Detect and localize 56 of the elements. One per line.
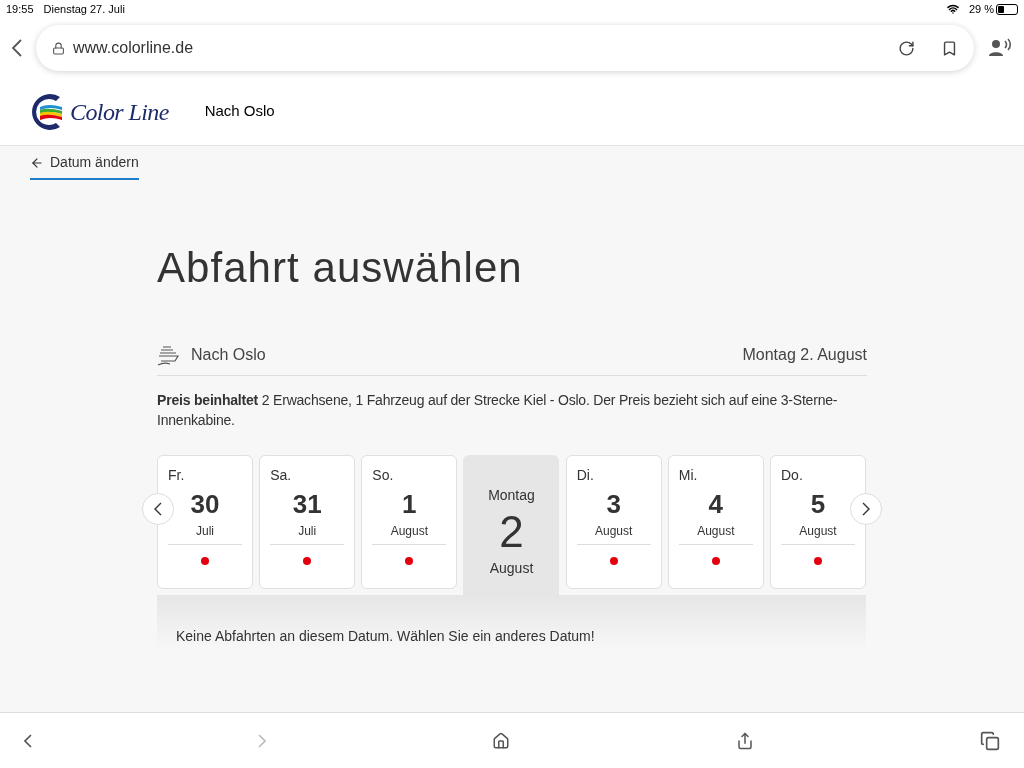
share-icon[interactable] [736, 731, 754, 750]
weekday-label: Di. [576, 466, 594, 485]
weekday-label: Sa. [270, 466, 292, 485]
weekday-label: Mi. [678, 466, 698, 485]
day-number: 31 [292, 488, 322, 520]
bookmark-icon[interactable] [941, 39, 958, 57]
month-label: Juli [195, 523, 214, 540]
home-icon[interactable] [492, 731, 510, 750]
previous-button[interactable] [142, 493, 174, 525]
route-label: Nach Oslo [191, 345, 267, 365]
month-label: August [697, 523, 735, 540]
month-label: August [594, 523, 633, 540]
no-departures-message: Keine Abfahrten an diesem Datum. Wählen Sie ein anderes Datum! [175, 627, 595, 646]
weekday-label: So. [372, 466, 394, 485]
status-date: Dienstag 27. Juli [43, 1, 125, 17]
weekday-label: Do. [781, 466, 803, 485]
reload-icon[interactable] [898, 39, 915, 57]
ship-icon [157, 345, 181, 367]
user-voice-icon[interactable] [988, 38, 1012, 58]
back-icon[interactable] [12, 39, 22, 57]
price-note: Preis beinhaltet 2 Erwachsene, 1 Fahrzeug auf der Strecke Kiel - Oslo. Der Preis bezieht sich auf eine 3-Sterne-Innenkabine. [157, 391, 839, 430]
selected-day-tab[interactable]: Montag 2 August [463, 455, 560, 595]
weekday-label: Montag [488, 486, 535, 505]
day-number: 5 [810, 488, 826, 520]
day-card[interactable]: Di. 3 August [565, 455, 662, 589]
day-card[interactable]: Fr. 30 Juli [156, 455, 253, 589]
month-label: August [489, 559, 534, 578]
day-card[interactable]: Do. 5 August [770, 455, 866, 589]
address-bar[interactable]: www.colorline.de [36, 25, 974, 71]
lock-icon [52, 41, 65, 55]
route-date: Montag 2. August [742, 345, 867, 365]
url-text: www.colorline.de [73, 38, 195, 58]
day-number: 4 [708, 488, 724, 520]
page-title: Abfahrt auswählen [156, 243, 524, 293]
back-icon[interactable] [24, 733, 32, 748]
weekday-label: Fr. [167, 466, 185, 485]
status-time: 19:55 [6, 1, 34, 17]
day-number: 1 [402, 488, 417, 520]
battery-percent: 29 % [968, 1, 994, 17]
logo-text: Color Line [70, 97, 169, 127]
day-card[interactable]: Mi. 4 August [667, 455, 764, 589]
day-card[interactable]: So. 1 August [361, 455, 458, 589]
battery-icon [996, 3, 1018, 15]
chevron-right-icon [862, 502, 871, 516]
wifi-icon [946, 3, 959, 15]
tabs-icon[interactable] [980, 730, 1000, 751]
month-label: August [390, 523, 428, 540]
day-card[interactable]: Sa. 31 Juli [259, 455, 356, 589]
nav-link[interactable]: Nach Oslo [204, 100, 275, 123]
chevron-left-icon [154, 502, 162, 516]
month-label: August [799, 523, 837, 540]
day-number: 3 [606, 488, 621, 520]
month-label: Juli [298, 523, 317, 540]
change-date-link[interactable]: Datum ändern [30, 152, 139, 180]
day-number: 2 [499, 508, 524, 556]
day-number: 30 [190, 488, 220, 520]
